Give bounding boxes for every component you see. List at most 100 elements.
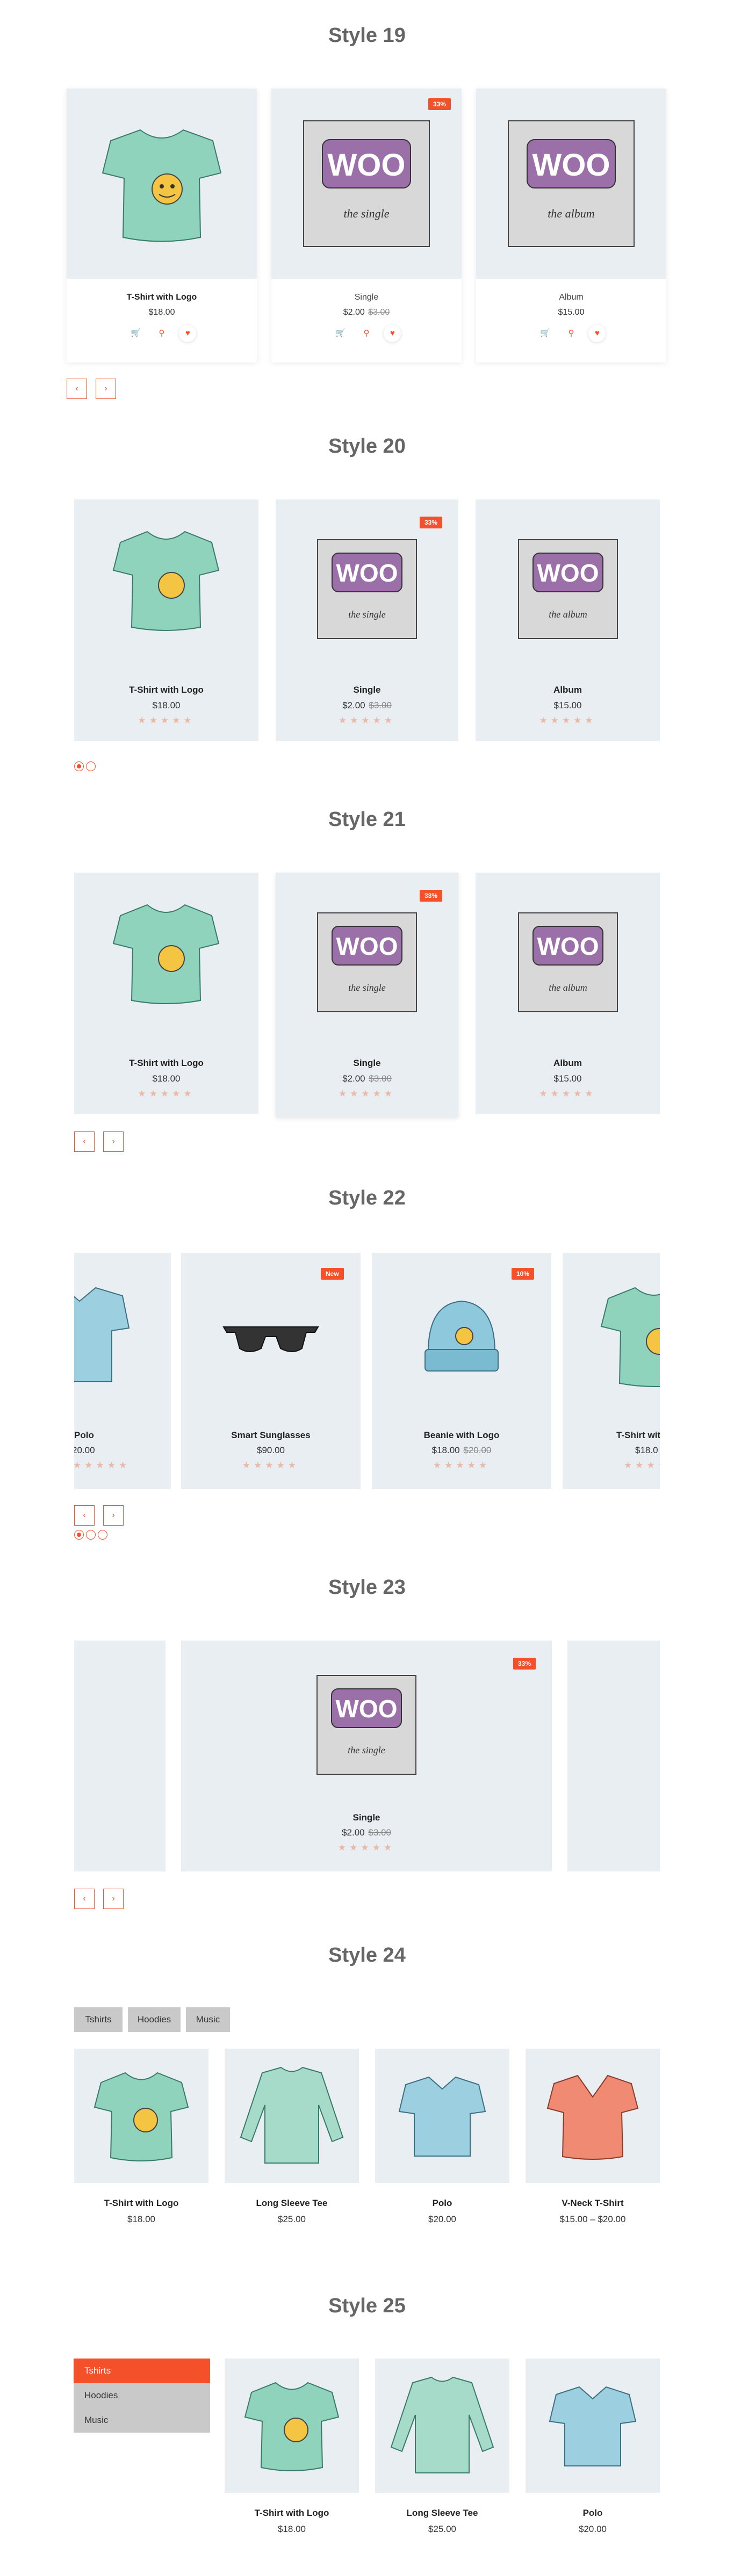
tab-tshirts[interactable]: Tshirts: [74, 2007, 123, 2032]
product-image-tshirt[interactable]: [225, 2359, 359, 2493]
pagination-dot-2[interactable]: [86, 761, 96, 771]
product-price: $15.00: [558, 308, 585, 317]
style-21-title: Style 21: [328, 808, 406, 831]
woo-album-image: WOO the album: [508, 120, 635, 247]
heart-icon[interactable]: ♥: [179, 325, 197, 342]
tab-music[interactable]: Music: [186, 2007, 230, 2032]
next-arrow-button[interactable]: ›: [96, 379, 116, 399]
next-arrow-button[interactable]: ›: [103, 1131, 124, 1152]
product-name[interactable]: Single: [276, 1058, 458, 1069]
product-name[interactable]: Beanie with Logo: [372, 1430, 551, 1441]
product-image-tshirt[interactable]: [74, 2049, 208, 2183]
rating-stars: ★★★★★: [539, 1089, 596, 1099]
product-card-tshirt[interactable]: T-Shirt with Logo $18.00 🛒 ⚲ ♥: [67, 89, 257, 362]
product-name[interactable]: Album: [476, 1058, 660, 1069]
product-price: $18.0: [635, 1445, 658, 1455]
sale-badge: 33%: [420, 890, 443, 902]
woo-album-image: WOO the album: [518, 912, 618, 1012]
product-name[interactable]: Smart Sunglasses: [181, 1430, 361, 1441]
product-name[interactable]: T-Shirt with Logo: [67, 293, 257, 302]
product-image-longsleeve[interactable]: [375, 2359, 509, 2493]
product-card-beanie[interactable]: 10% Beanie with Logo $18.00 $20.00 ★★★★★: [372, 1253, 551, 1489]
tab-tshirts[interactable]: Tshirts: [74, 2359, 210, 2383]
search-icon[interactable]: ⚲: [563, 325, 580, 342]
product-image-vneck[interactable]: [526, 2049, 660, 2183]
product-name[interactable]: Single: [276, 685, 458, 695]
product-card-tshirt-partial[interactable]: T-Shirt wit $18.0 ★★★★★: [563, 1253, 660, 1489]
longsleeve-image: [390, 2376, 494, 2473]
product-name[interactable]: Long Sleeve Tee: [225, 2198, 359, 2209]
tab-music[interactable]: Music: [74, 2408, 210, 2433]
pagination-dot-1[interactable]: [74, 1530, 84, 1540]
product-card-album[interactable]: WOO the album Album $15.00 ★★★★★: [476, 499, 660, 741]
prev-arrow-button[interactable]: ‹: [74, 1505, 95, 1526]
product-name[interactable]: Polo: [526, 2508, 660, 2519]
style-20-title: Style 20: [328, 435, 406, 458]
product-price: $25.00: [428, 2524, 456, 2534]
product-name[interactable]: T-Shirt with Logo: [74, 2198, 208, 2209]
product-price: $18.00: [127, 2214, 155, 2224]
prev-arrow-button[interactable]: ‹: [74, 1131, 95, 1152]
heart-icon[interactable]: ♥: [588, 325, 606, 342]
product-card-single[interactable]: WOO the single 33% Single $2.00 $3.00 ★★…: [276, 873, 458, 1117]
product-image-longsleeve[interactable]: [225, 2049, 359, 2183]
search-icon[interactable]: ⚲: [153, 325, 170, 342]
product-card-sunglasses[interactable]: New Smart Sunglasses $90.00 ★★★★★: [181, 1253, 361, 1489]
price-old: $3.00: [368, 1827, 391, 1838]
cart-icon[interactable]: 🛒: [332, 325, 349, 342]
product-card-prev-partial[interactable]: [74, 1641, 165, 1871]
product-price: $18.00: [278, 2524, 306, 2534]
pagination-dot-2[interactable]: [86, 1530, 96, 1540]
product-image-polo[interactable]: [526, 2359, 660, 2493]
woo-logo-text: WOO: [537, 559, 599, 587]
style-22-title: Style 22: [328, 1187, 406, 1209]
product-card-single[interactable]: WOO the single 33% Single $2.00 $3.00 🛒 …: [271, 89, 462, 362]
product-price: $18.00: [152, 1073, 181, 1084]
product-card-polo-partial[interactable]: Polo 20.00 ★★★★★: [74, 1253, 171, 1489]
woo-logo-text: WOO: [532, 148, 610, 183]
sale-badge: 33%: [420, 517, 443, 528]
product-name[interactable]: Single: [181, 1812, 552, 1823]
woo-logo-text: WOO: [336, 559, 398, 587]
product-card-single[interactable]: WOO the single 33% Single $2.00 $3.00 ★★…: [181, 1641, 552, 1871]
product-name[interactable]: T-Shirt with Logo: [74, 1058, 258, 1069]
cart-icon[interactable]: 🛒: [127, 325, 145, 342]
product-name[interactable]: Polo: [375, 2198, 509, 2209]
product-image[interactable]: [67, 89, 257, 279]
product-name[interactable]: Album: [476, 685, 660, 695]
tab-hoodies[interactable]: Hoodies: [74, 2383, 210, 2408]
pagination-dot-3[interactable]: [98, 1530, 107, 1540]
next-arrow-button[interactable]: ›: [103, 1505, 124, 1526]
woo-script-text: the album: [548, 207, 594, 220]
product-card-album[interactable]: WOO the album Album $15.00 🛒 ⚲ ♥: [476, 89, 666, 362]
product-name[interactable]: T-Shirt wit: [616, 1430, 660, 1441]
product-name[interactable]: Long Sleeve Tee: [375, 2508, 509, 2519]
vneck-image: [546, 2074, 639, 2160]
product-image-polo[interactable]: [375, 2049, 509, 2183]
product-name[interactable]: Album: [476, 293, 666, 302]
search-icon[interactable]: ⚲: [358, 325, 375, 342]
product-name[interactable]: T-Shirt with Logo: [225, 2508, 359, 2519]
product-card-tshirt[interactable]: T-Shirt with Logo $18.00 ★★★★★: [74, 499, 258, 741]
product-card-album[interactable]: WOO the album Album $15.00 ★★★★★: [476, 873, 660, 1114]
pagination-dot-1[interactable]: [74, 761, 84, 771]
product-name[interactable]: Single: [271, 293, 462, 302]
tab-hoodies[interactable]: Hoodies: [128, 2007, 181, 2032]
woo-script-text: the single: [344, 207, 390, 220]
product-card-tshirt[interactable]: T-Shirt with Logo $18.00 ★★★★★: [74, 873, 258, 1114]
product-name[interactable]: T-Shirt with Logo: [74, 685, 258, 695]
product-card-next-partial[interactable]: [567, 1641, 660, 1871]
woo-script-text: the single: [348, 982, 386, 993]
product-image[interactable]: WOO the single: [271, 89, 462, 279]
product-image[interactable]: WOO the album: [476, 89, 666, 279]
product-name[interactable]: V-Neck T-Shirt: [526, 2198, 660, 2209]
rating-stars: ★★★★★: [242, 1460, 300, 1470]
heart-icon[interactable]: ♥: [384, 325, 401, 342]
next-arrow-button[interactable]: ›: [103, 1889, 124, 1909]
cart-icon[interactable]: 🛒: [537, 325, 554, 342]
prev-arrow-button[interactable]: ‹: [67, 379, 87, 399]
product-name[interactable]: Polo: [74, 1430, 171, 1441]
product-price: $18.00 $20.00: [372, 1445, 551, 1456]
product-card-single[interactable]: WOO the single 33% Single $2.00 $3.00 ★★…: [276, 499, 458, 741]
prev-arrow-button[interactable]: ‹: [74, 1889, 95, 1909]
